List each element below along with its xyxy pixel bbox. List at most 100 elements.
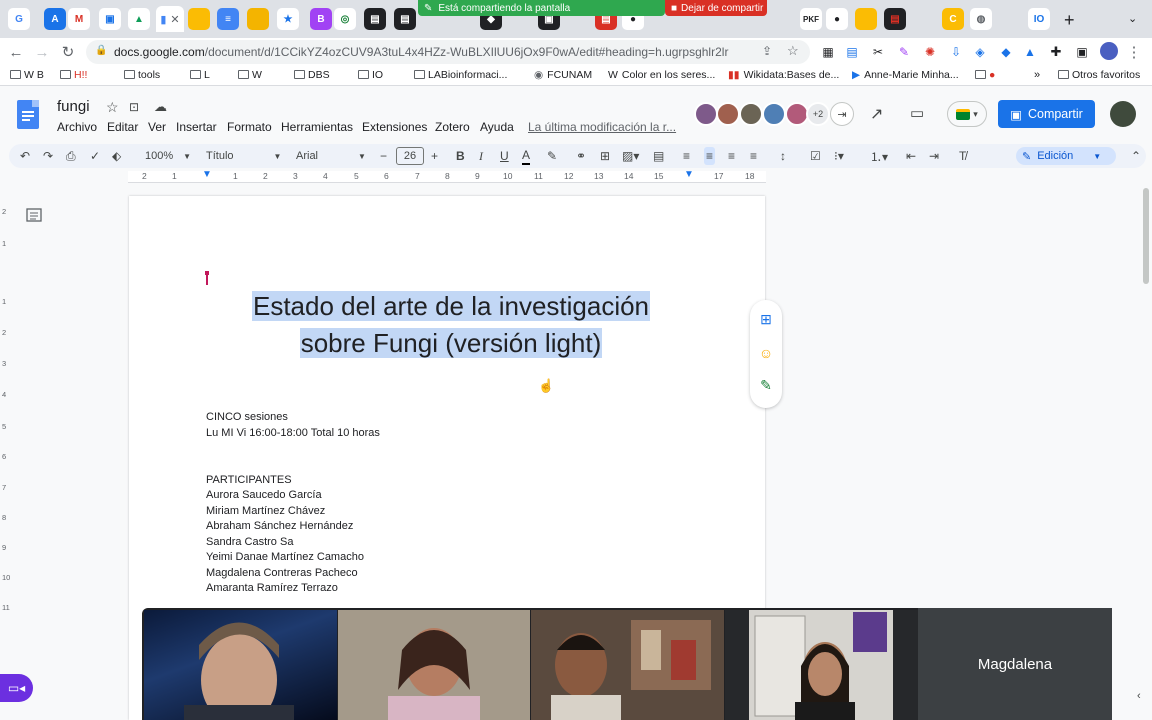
tab-globe[interactable]: ◍ (970, 8, 992, 30)
document-heading[interactable]: Estado del arte de la investigación sobr… (236, 288, 666, 362)
extensions-puzzle-icon[interactable]: ✚ (1046, 42, 1066, 62)
tab-search-chevron-icon[interactable]: ⌄ (1128, 12, 1137, 25)
editing-mode-select[interactable]: ✎ Edición ▼ (1016, 147, 1116, 165)
right-indent-marker-icon[interactable]: ▼ (684, 169, 694, 180)
print-icon[interactable]: ⎙ (66, 147, 76, 165)
viewer-avatar[interactable] (694, 102, 718, 126)
participant-video-tile[interactable] (144, 610, 337, 720)
forward-arrow-icon[interactable]: → (32, 42, 52, 62)
address-bar[interactable]: 🔒 docs.google.com/document/d/1CCikYZ4ozC… (86, 40, 810, 64)
numbered-list-icon[interactable]: ⒈▾ (870, 147, 888, 165)
undo-icon[interactable]: ↶ (20, 147, 30, 165)
viewer-avatar[interactable] (739, 102, 763, 126)
more-bookmarks-button[interactable]: » (1034, 69, 1040, 81)
bookmark-l[interactable]: L (190, 69, 210, 81)
account-avatar[interactable] (1110, 101, 1136, 127)
document-outline-icon[interactable] (26, 207, 42, 223)
tab-github-2[interactable]: ● (826, 8, 848, 30)
bookmark-star-icon[interactable]: ☆ (787, 43, 799, 59)
bookmark-io[interactable]: IO (358, 69, 383, 81)
extension-8-icon[interactable]: ◆ (996, 42, 1016, 62)
tab-docs-2[interactable]: ≡ (217, 8, 239, 30)
last-modified-link[interactable]: La última modificación la r... (528, 120, 676, 134)
docs-logo-icon[interactable] (17, 100, 39, 129)
menu-extensiones[interactable]: Extensiones (362, 120, 427, 134)
bookmark-h[interactable]: H!! (60, 69, 87, 81)
extension-6-icon[interactable]: ⇩ (946, 42, 966, 62)
increase-font-size-icon[interactable]: + (431, 147, 438, 165)
menu-ayuda[interactable]: Ayuda (480, 120, 514, 134)
menu-insertar[interactable]: Insertar (176, 120, 217, 134)
bookmark-fcunam[interactable]: ◉ FCUNAM (534, 69, 592, 81)
extension-9-icon[interactable]: ▲ (1020, 42, 1040, 62)
tab-active-docs[interactable]: ▮ ✕ (156, 6, 184, 32)
tab-circle[interactable]: ◎ (334, 8, 356, 30)
tab-doc-a[interactable]: ▣ (99, 8, 121, 30)
justify-icon[interactable]: ≡ (750, 147, 757, 165)
share-page-icon[interactable]: ⇪ (762, 44, 772, 58)
line-spacing-icon[interactable]: ↕ (780, 147, 786, 165)
new-tab-button[interactable]: + (1064, 10, 1075, 31)
tab-gmail[interactable]: M (68, 8, 90, 30)
close-tab-icon[interactable]: ✕ (170, 13, 179, 26)
add-emoji-icon[interactable]: ☺ (757, 344, 775, 362)
participant-video-tile[interactable] (531, 610, 724, 720)
tab-dark-5[interactable]: ▤ (884, 8, 906, 30)
font-size-input[interactable]: 26 (396, 147, 424, 165)
menu-formato[interactable]: Formato (227, 120, 272, 134)
link-icon[interactable]: ⚭ (576, 147, 586, 165)
stop-sharing-button[interactable]: ■ Dejar de compartir (665, 0, 767, 16)
meet-camera-button[interactable]: ▭◂ (0, 674, 33, 702)
extension-4-icon[interactable]: ✎ (894, 42, 914, 62)
show-side-panel-chevron-icon[interactable]: ‹ (1137, 690, 1151, 704)
comments-icon[interactable]: ▭ (910, 104, 924, 122)
bookmark-dbs[interactable]: DBS (294, 69, 330, 81)
underline-icon[interactable]: U (500, 147, 509, 165)
tab-b[interactable]: B (310, 8, 332, 30)
profile-avatar[interactable] (1100, 42, 1118, 60)
italic-icon[interactable]: I (479, 147, 483, 165)
extra-viewers-count[interactable]: +2 (806, 102, 830, 126)
spellcheck-icon[interactable]: ✓ (90, 147, 100, 165)
side-panel-icon[interactable]: ▣ (1072, 42, 1092, 62)
clear-formatting-icon[interactable]: T̸ (959, 147, 966, 165)
vertical-ruler[interactable]: 2 1 1 2 3 4 5 6 7 8 9 10 11 (0, 185, 10, 720)
tab-star[interactable]: ★ (277, 8, 299, 30)
menu-zotero[interactable]: Zotero (435, 120, 470, 134)
bookmark-labioinformatica[interactable]: LABioinformaci... (414, 69, 507, 81)
tab-yellow[interactable] (855, 8, 877, 30)
meet-join-button[interactable]: ▾ (947, 101, 987, 127)
document-title[interactable]: fungi (57, 98, 90, 115)
tab-io[interactable]: IO (1028, 8, 1050, 30)
bookmark-folder-extra[interactable]: ● (975, 69, 995, 81)
horizontal-ruler[interactable]: 2 1 ▼ 1 2 3 4 5 6 7 8 9 10 11 12 13 14 1… (128, 169, 766, 183)
tab-dark-2[interactable]: ▤ (394, 8, 416, 30)
tab-google[interactable]: G (8, 8, 30, 30)
add-comment-icon[interactable]: ⊞ (600, 147, 610, 165)
extension-1-icon[interactable]: ▦ (818, 42, 838, 62)
share-button[interactable]: ▣ Compartir (998, 100, 1095, 128)
browser-menu-icon[interactable]: ⋮ (1124, 42, 1144, 62)
star-icon[interactable]: ☆ (106, 99, 119, 116)
decrease-font-size-icon[interactable]: − (380, 147, 387, 165)
tab-keep[interactable] (247, 8, 269, 30)
bold-icon[interactable]: B (456, 147, 465, 165)
align-center-icon[interactable]: ≡ (704, 147, 716, 165)
collapse-menus-icon[interactable]: ⌃ (1131, 147, 1141, 165)
tab-translate[interactable]: A (44, 8, 66, 30)
extension-3-icon[interactable]: ✂ (868, 42, 888, 62)
highlight-icon[interactable]: ✎ (547, 147, 557, 165)
bookmark-tools[interactable]: tools (124, 69, 160, 81)
bookmark-otros-favoritos[interactable]: Otros favoritos (1058, 69, 1140, 81)
font-select[interactable]: Arial ▼ (296, 147, 366, 165)
tab-slides[interactable] (188, 8, 210, 30)
insert-image-icon[interactable]: ▨▾ (622, 147, 639, 165)
menu-editar[interactable]: Editar (107, 120, 138, 134)
redo-icon[interactable]: ↷ (43, 147, 53, 165)
checklist-icon[interactable]: ☑ (810, 147, 821, 165)
bookmark-anne-marie[interactable]: ▶ Anne-Marie Minha... (852, 69, 959, 81)
menu-archivo[interactable]: Archivo (57, 120, 97, 134)
align-right-icon[interactable]: ≡ (728, 147, 735, 165)
participant-video-tile[interactable] (725, 610, 918, 720)
tab-c[interactable]: C (942, 8, 964, 30)
